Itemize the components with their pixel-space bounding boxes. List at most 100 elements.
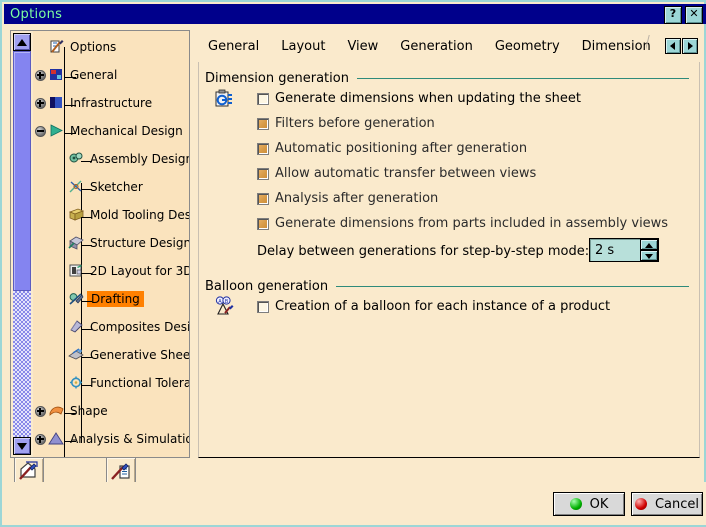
tab-nav-buttons (665, 38, 698, 54)
tab-scroll-right-icon[interactable] (682, 38, 698, 54)
option-row[interactable]: Filters before generation (199, 111, 699, 136)
tree-item-structure-design[interactable]: Structure Design (35, 229, 190, 257)
options-tree-panel: Options General Infrastructure Mechanical D… (10, 30, 190, 458)
spinner-up-arrow-icon[interactable] (640, 239, 658, 250)
dimension-generation-title: Dimension generation (205, 70, 349, 86)
tab-general[interactable]: General (198, 36, 269, 57)
tree-connector (57, 243, 68, 244)
tree-item-drafting[interactable]: Drafting (35, 285, 189, 313)
tree-item-label: Mold Tooling Design (90, 208, 190, 222)
option-label: Automatic positioning after generation (275, 141, 528, 156)
tree-item-label: Drafting (87, 291, 144, 307)
generative-sheetmetal-icon (68, 347, 85, 363)
cancel-button-label: Cancel (654, 496, 700, 512)
expand-icon[interactable] (35, 97, 46, 109)
expand-icon[interactable] (35, 69, 46, 81)
ok-indicator-icon (569, 498, 582, 510)
tab-overflow-indicator (646, 35, 656, 57)
option-row[interactable]: Automatic positioning after generation (199, 136, 699, 161)
delay-label: Delay between generations for step-by-st… (257, 243, 590, 259)
scrollbar-track[interactable] (13, 51, 31, 437)
checkbox-unchecked-icon[interactable] (257, 92, 269, 105)
tree-connector (81, 217, 92, 218)
ok-button[interactable]: OK (553, 492, 625, 516)
tab-geometry[interactable]: Geometry (485, 36, 570, 57)
checkbox-disabled-icon (257, 142, 269, 155)
tree-item-functional-tolerancing[interactable]: Functional Tolerancing (35, 369, 189, 397)
scrollbar-thumb[interactable] (13, 51, 31, 291)
group-divider-line (336, 285, 689, 287)
dimension-generation-header: Dimension generation (205, 70, 699, 86)
tree-item-options[interactable]: Options (35, 33, 189, 61)
tree-item-mechanical-design[interactable]: Mechanical Design (35, 117, 189, 145)
tree-connector (64, 105, 76, 106)
tree-connector (81, 357, 92, 358)
option-row[interactable]: Analysis after generation (199, 186, 699, 211)
functional-tolerancing-icon (68, 375, 85, 391)
checkbox-unchecked-icon[interactable] (257, 300, 269, 313)
options-dialog: Options ? ✕ Options General Infrastructure… (0, 0, 706, 527)
tree-item-analysis-simulation[interactable]: Analysis & Simulation (35, 425, 190, 453)
help-button[interactable]: ? (664, 6, 682, 24)
collapse-icon[interactable] (35, 125, 46, 137)
tab-scroll-left-icon[interactable] (665, 38, 681, 54)
dialog-footer: OK Cancel (4, 482, 706, 525)
tree-connector (57, 215, 68, 216)
tree-item-sketcher[interactable]: Sketcher (35, 173, 189, 201)
tree-item-assembly-design[interactable]: Assembly Design (35, 145, 189, 173)
spinner-down-arrow-icon[interactable] (640, 250, 658, 261)
tree-connector (81, 329, 92, 330)
shape-icon (48, 403, 65, 419)
drafting-icon (68, 291, 85, 307)
close-button[interactable]: ✕ (685, 6, 703, 24)
tree-item-2d-layout-for-3d-desi[interactable]: 2D Layout for 3D Desi (35, 257, 189, 285)
tree-connector (81, 273, 92, 274)
tree-item-shape[interactable]: Shape (35, 397, 189, 425)
option-row[interactable]: Generate dimensions when updating the sh… (199, 86, 699, 111)
delay-row: Delay between generations for step-by-st… (199, 236, 699, 266)
option-row[interactable]: Generate dimensions from parts included … (199, 211, 699, 236)
tab-view[interactable]: View (337, 36, 388, 57)
option-row[interactable]: Creation of a balloon for each instance … (199, 294, 699, 319)
infrastructure-icon (48, 95, 65, 111)
general-icon (48, 67, 65, 83)
tree-item-infrastructure[interactable]: Infrastructure (35, 89, 189, 117)
expand-icon[interactable] (35, 433, 46, 445)
tree-item-label: Analysis & Simulation (70, 432, 190, 446)
tab-dimension[interactable]: Dimension (572, 36, 653, 57)
tab-layout[interactable]: Layout (271, 36, 335, 57)
tree-item-composites-design[interactable]: Composites Design (35, 313, 189, 341)
tree-item-label: Infrastructure (70, 96, 153, 110)
group-divider-line (356, 77, 689, 79)
tree-item-general[interactable]: General (35, 61, 189, 89)
option-label: Filters before generation (275, 116, 435, 131)
tree-connector (64, 413, 76, 414)
tab-generation[interactable]: Generation (390, 36, 483, 57)
cancel-button[interactable]: Cancel (631, 492, 703, 516)
checkbox-disabled-icon (257, 167, 269, 180)
expand-icon[interactable] (35, 405, 46, 417)
option-label: Generate dimensions from parts included … (275, 216, 669, 231)
scroll-up-arrow-icon[interactable] (13, 33, 31, 51)
tree-item-generative-sheetmeta[interactable]: Generative Sheetmeta (35, 341, 190, 369)
options-icon (48, 39, 65, 55)
tree-connector (57, 327, 68, 328)
assembly-design-icon (68, 151, 85, 167)
tree-item-mold-tooling-design[interactable]: Mold Tooling Design (35, 201, 190, 229)
tab-list: General Layout View Generation Geometry Dimen… (198, 32, 653, 60)
tree-connector (57, 383, 68, 384)
tree-item-label: 2D Layout for 3D Desi (90, 264, 189, 278)
balloon-generation-title: Balloon generation (205, 278, 329, 294)
scroll-down-arrow-icon[interactable] (13, 437, 31, 455)
delay-value[interactable]: 2 s (590, 243, 640, 258)
delay-spinner[interactable]: 2 s (589, 238, 659, 262)
option-row[interactable]: Allow automatic transfer between views (199, 161, 699, 186)
tree-connector (57, 299, 68, 300)
tree-item-label: Structure Design (90, 236, 190, 250)
tree-connector (37, 47, 48, 48)
tree-vertical-scrollbar[interactable] (11, 31, 33, 457)
balloon-generation-body: A B Creation of a balloon for each insta… (199, 294, 699, 319)
option-label: Creation of a balloon for each instance … (275, 299, 611, 314)
tree-item-label: Generative Sheetmeta (90, 348, 190, 362)
mechanical-design-icon (48, 123, 65, 139)
